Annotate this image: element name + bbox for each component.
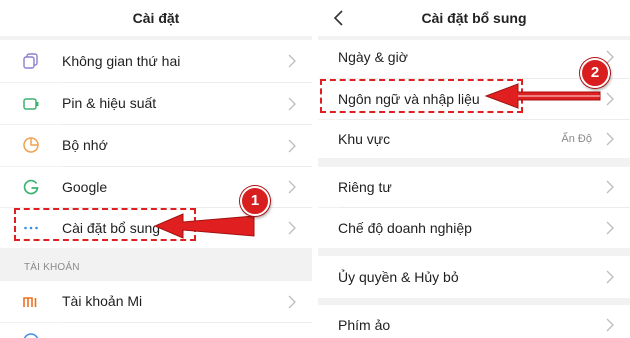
annotation-arrow — [153, 213, 255, 239]
settings-panel: Cài đặt Không gian thứ hai Pin & hiệu su… — [0, 0, 312, 338]
annotation-arrow — [484, 83, 601, 109]
annotation-step-badge: 2 — [580, 58, 610, 88]
annotation-step-badge: 1 — [240, 186, 270, 216]
additional-settings-panel: Cài đặt bổ sung Ngày & giờ Ngôn ngữ và n… — [318, 0, 630, 338]
